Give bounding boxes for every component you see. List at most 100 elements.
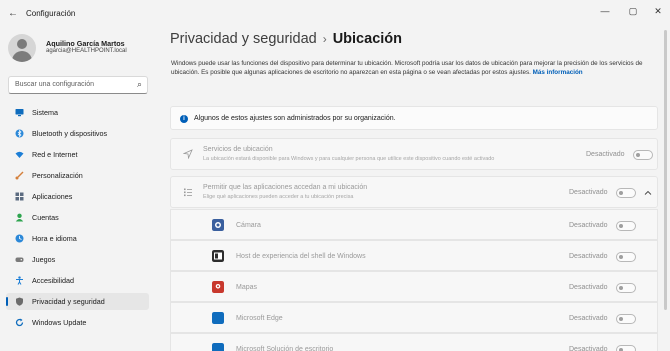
minimize-button[interactable]: — bbox=[593, 4, 617, 18]
breadcrumb-parent[interactable]: Privacidad y seguridad bbox=[170, 31, 317, 47]
title-bar: ← Configuración — ▢ ✕ bbox=[0, 0, 670, 28]
intro-paragraph: Windows puede usar las funciones del dis… bbox=[171, 59, 666, 77]
sidebar-item-personalizaci-n[interactable]: Personalización bbox=[6, 167, 149, 184]
location-services-title: Servicios de ubicación bbox=[203, 146, 273, 153]
app-row: Microsoft Edge Desactivado bbox=[170, 302, 658, 333]
person-icon bbox=[15, 213, 24, 222]
info-icon: i bbox=[180, 115, 188, 123]
scrollbar[interactable] bbox=[664, 30, 667, 310]
sidebar: Aquilino García Martos agarcia@HEALTHPOI… bbox=[0, 28, 160, 351]
active-indicator bbox=[6, 297, 8, 306]
app-row: Microsoft Solución de escritorio Desactiv… bbox=[170, 333, 658, 351]
app-access-title: Permitir que las aplicaciones accedan a … bbox=[203, 184, 368, 191]
back-arrow-icon[interactable]: ← bbox=[8, 8, 18, 19]
toggle-knob bbox=[619, 317, 623, 321]
sidebar-item-label: Hora e idioma bbox=[32, 234, 77, 243]
accessibility-icon bbox=[16, 276, 23, 285]
app-icon bbox=[212, 343, 224, 351]
wifi-icon bbox=[15, 151, 24, 158]
app-toggle[interactable] bbox=[616, 345, 636, 351]
app-icon bbox=[212, 281, 224, 293]
toggle-knob bbox=[636, 153, 640, 157]
app-access-status: Desactivado bbox=[569, 189, 608, 196]
sidebar-item-label: Accesibilidad bbox=[32, 276, 74, 285]
app-icon bbox=[212, 250, 224, 262]
app-access-subtitle: Elige qué aplicaciones pueden acceder a … bbox=[203, 194, 354, 200]
search-icon[interactable]: ⌕ bbox=[137, 79, 142, 90]
sidebar-item-label: Juegos bbox=[32, 255, 56, 264]
location-services-subtitle: La ubicación estará disponible para Wind… bbox=[203, 156, 495, 162]
app-toggle[interactable] bbox=[616, 283, 636, 293]
breadcrumb-separator: › bbox=[322, 32, 327, 46]
sidebar-item-hora-e-idioma[interactable]: Hora e idioma bbox=[6, 230, 149, 247]
sidebar-item-juegos[interactable]: Juegos bbox=[6, 251, 149, 268]
sidebar-item-label: Aplicaciones bbox=[32, 192, 73, 201]
app-row: Host de experiencia del shell de Windows… bbox=[170, 240, 658, 271]
app-access-row[interactable]: Permitir que las aplicaciones accedan a … bbox=[170, 176, 658, 208]
app-toggle[interactable] bbox=[616, 221, 636, 231]
shield-icon bbox=[16, 297, 23, 306]
location-services-row: Servicios de ubicación La ubicación esta… bbox=[170, 138, 658, 170]
system-icon bbox=[15, 109, 24, 117]
sidebar-item-cuentas[interactable]: Cuentas bbox=[6, 209, 149, 226]
app-status: Desactivado bbox=[569, 315, 608, 322]
sidebar-item-accesibilidad[interactable]: Accesibilidad bbox=[6, 272, 149, 289]
sidebar-item-label: Privacidad y seguridad bbox=[32, 297, 105, 306]
main-content: Privacidad y seguridad › Ubicación Windows… bbox=[160, 28, 670, 351]
app-name: Microsoft Solución de escritorio bbox=[236, 346, 334, 351]
maximize-button[interactable]: ▢ bbox=[621, 4, 645, 18]
close-button[interactable]: ✕ bbox=[646, 4, 670, 18]
app-icon bbox=[212, 219, 224, 231]
chevron-up-icon[interactable] bbox=[644, 189, 652, 197]
sidebar-item-sistema[interactable]: Sistema bbox=[6, 104, 149, 121]
toggle-knob bbox=[619, 255, 623, 259]
app-access-toggle[interactable] bbox=[616, 188, 636, 198]
window-title: Configuración bbox=[26, 9, 76, 18]
sidebar-item-privacidad-y-seguridad[interactable]: Privacidad y seguridad bbox=[6, 293, 149, 310]
info-banner-text: Algunos de estos ajustes son administrad… bbox=[194, 115, 396, 122]
sidebar-item-bluetooth-y-dispositivos[interactable]: Bluetooth y dispositivos bbox=[6, 125, 149, 142]
location-services-toggle[interactable] bbox=[633, 150, 653, 160]
avatar[interactable] bbox=[8, 34, 36, 62]
bluetooth-icon bbox=[15, 129, 24, 138]
app-status: Desactivado bbox=[569, 346, 608, 351]
toggle-knob bbox=[619, 191, 623, 195]
avatar-body-shape bbox=[12, 51, 32, 62]
update-icon bbox=[15, 318, 24, 327]
page-title: Ubicación bbox=[332, 31, 402, 47]
app-name: Cámara bbox=[236, 222, 261, 229]
sidebar-item-label: Windows Update bbox=[32, 318, 87, 327]
app-toggle[interactable] bbox=[616, 252, 636, 262]
app-row: Mapas Desactivado bbox=[170, 271, 658, 302]
location-arrow-icon bbox=[183, 149, 193, 159]
toggle-knob bbox=[619, 286, 623, 290]
user-email: agarcia@HEALTHPOINT.local bbox=[46, 48, 127, 54]
user-name: Aquilino García Martos bbox=[46, 39, 125, 48]
sidebar-item-windows-update[interactable]: Windows Update bbox=[6, 314, 149, 331]
breadcrumb: Privacidad y seguridad › Ubicación bbox=[170, 31, 402, 47]
app-status: Desactivado bbox=[569, 253, 608, 260]
app-icon bbox=[212, 312, 224, 324]
gamepad-icon bbox=[15, 257, 24, 262]
search-box[interactable]: Buscar una configuración ⌕ bbox=[8, 76, 148, 94]
clock-globe-icon bbox=[15, 234, 24, 243]
apps-icon bbox=[15, 192, 24, 201]
location-services-status: Desactivado bbox=[586, 151, 625, 158]
sidebar-item-label: Red e Internet bbox=[32, 150, 78, 159]
more-info-link[interactable]: Más información bbox=[533, 69, 583, 76]
sidebar-item-label: Personalización bbox=[32, 171, 83, 180]
app-toggle[interactable] bbox=[616, 314, 636, 324]
sidebar-item-red-e-internet[interactable]: Red e Internet bbox=[6, 146, 149, 163]
app-status: Desactivado bbox=[569, 284, 608, 291]
sidebar-item-label: Cuentas bbox=[32, 213, 59, 222]
search-input[interactable]: Buscar una configuración bbox=[15, 81, 94, 88]
app-row: Cámara Desactivado bbox=[170, 209, 658, 240]
sidebar-item-aplicaciones[interactable]: Aplicaciones bbox=[6, 188, 149, 205]
sidebar-item-label: Bluetooth y dispositivos bbox=[32, 129, 108, 138]
sidebar-item-label: Sistema bbox=[32, 108, 58, 117]
list-icon bbox=[184, 188, 192, 197]
app-name: Host de experiencia del shell de Windows bbox=[236, 253, 366, 260]
toggle-knob bbox=[619, 224, 623, 228]
brush-icon bbox=[15, 171, 24, 180]
avatar-head-shape bbox=[17, 39, 27, 49]
